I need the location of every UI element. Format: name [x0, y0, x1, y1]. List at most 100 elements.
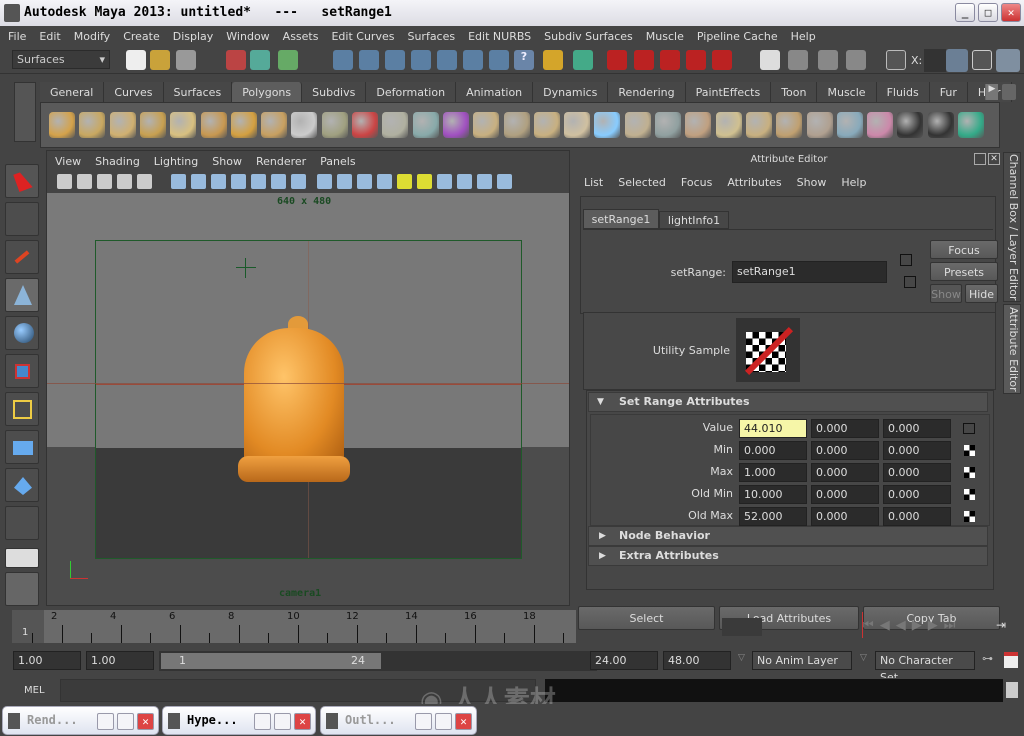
- snap-view-plane-icon[interactable]: [411, 50, 431, 70]
- render-settings-icon[interactable]: [846, 50, 866, 70]
- select-object-icon[interactable]: [250, 50, 270, 70]
- select-hierarchy-icon[interactable]: [226, 50, 246, 70]
- ae-menu-list[interactable]: List: [584, 176, 603, 189]
- channel-box-tab[interactable]: Channel Box / Layer Editor: [1003, 152, 1021, 302]
- time-slider[interactable]: 1 2 4 6 8 10 12 14 16 18: [12, 610, 576, 643]
- value-field-y[interactable]: 0.000: [811, 419, 879, 438]
- dropdown-arrow-icon[interactable]: ▽: [860, 653, 867, 663]
- wedge-icon[interactable]: [655, 112, 681, 138]
- range-slider-track[interactable]: 1 24: [159, 651, 597, 671]
- poly-cone-icon[interactable]: [139, 112, 166, 138]
- xray-joints-icon[interactable]: [477, 174, 492, 189]
- render-icon[interactable]: [788, 50, 808, 70]
- numeric-input-field[interactable]: [924, 49, 946, 72]
- lasso-tool-icon[interactable]: [5, 202, 39, 236]
- append-icon[interactable]: [533, 112, 560, 138]
- playback-start-field[interactable]: 1.00: [86, 651, 154, 670]
- menu-assets[interactable]: Assets: [283, 30, 319, 43]
- image-plane-icon[interactable]: [97, 174, 112, 189]
- menu-surfaces[interactable]: Surfaces: [407, 30, 455, 43]
- poly-cylinder-icon[interactable]: [109, 112, 136, 138]
- snap-point-icon[interactable]: [385, 50, 405, 70]
- start-time-field[interactable]: 1.00: [13, 651, 81, 670]
- minimized-window-outl[interactable]: Outl... ✕: [320, 706, 477, 735]
- triangulate-icon[interactable]: [806, 112, 833, 138]
- uv-editor-icon[interactable]: [958, 112, 984, 138]
- shelf-tab-general[interactable]: General: [40, 82, 105, 102]
- menu-muscle[interactable]: Muscle: [646, 30, 684, 43]
- node-name-field[interactable]: setRange1: [732, 261, 887, 283]
- select-button[interactable]: Select: [578, 606, 715, 630]
- character-set-dropdown[interactable]: No Character Set: [875, 651, 975, 684]
- resolution-gate-icon[interactable]: [211, 174, 226, 189]
- smooth-icon[interactable]: [412, 112, 439, 138]
- new-scene-icon[interactable]: [126, 50, 146, 70]
- trash-icon[interactable]: [1002, 84, 1016, 100]
- go-to-end-icon[interactable]: ⇥: [996, 618, 1006, 632]
- bookmark-icon[interactable]: [77, 174, 92, 189]
- old-min-field-y[interactable]: 0.000: [811, 485, 879, 504]
- current-time-field[interactable]: [722, 618, 762, 636]
- attribute-editor-toggle-icon[interactable]: [946, 49, 968, 72]
- poly-torus-icon[interactable]: [200, 112, 227, 138]
- hide-button[interactable]: Hide: [965, 284, 998, 303]
- viewport-menu-renderer[interactable]: Renderer: [256, 153, 306, 171]
- map-texture-icon[interactable]: [964, 489, 975, 500]
- close-panel-icon[interactable]: ✕: [988, 153, 1000, 165]
- ae-menu-attributes[interactable]: Attributes: [727, 176, 781, 189]
- 2d-pan-icon[interactable]: [117, 174, 132, 189]
- magnet-grid-icon[interactable]: [607, 50, 627, 70]
- value-field-z[interactable]: 0.000: [883, 419, 951, 438]
- rotate-tool-icon[interactable]: [5, 316, 39, 350]
- poly-plane-icon[interactable]: [170, 112, 197, 138]
- old-max-field-z[interactable]: 0.000: [883, 507, 951, 526]
- close-button[interactable]: ✕: [137, 713, 154, 730]
- show-button[interactable]: Show: [930, 284, 962, 303]
- uv-checker-icon[interactable]: [897, 112, 924, 138]
- offset-edge-loop-icon[interactable]: [624, 112, 651, 138]
- menu-edit-nurbs[interactable]: Edit NURBS: [468, 30, 531, 43]
- restore-button[interactable]: [97, 713, 114, 730]
- dropdown-arrow-icon[interactable]: ▽: [738, 653, 745, 663]
- shelf-tab-polygons[interactable]: Polygons: [232, 82, 303, 102]
- sculpt-icon[interactable]: [867, 112, 894, 138]
- shelf-tab-fur[interactable]: Fur: [929, 82, 968, 102]
- shelf-tab-rendering[interactable]: Rendering: [608, 82, 686, 102]
- magnet-point-icon[interactable]: [660, 50, 680, 70]
- shelf-tab-subdivs[interactable]: Subdivs: [302, 82, 367, 102]
- tab-lightinfo1[interactable]: lightInfo1: [659, 211, 729, 229]
- universal-manipulator-icon[interactable]: [5, 392, 39, 426]
- ae-menu-help[interactable]: Help: [841, 176, 866, 189]
- value-field-x[interactable]: 44.010: [739, 419, 807, 438]
- wireframe-on-shaded-icon[interactable]: [357, 174, 372, 189]
- collapse-icon[interactable]: [745, 112, 772, 138]
- maximize-button[interactable]: [435, 713, 452, 730]
- old-max-field-y[interactable]: 0.000: [811, 507, 879, 526]
- min-field-x[interactable]: 0.000: [739, 441, 807, 460]
- gate-mask-icon[interactable]: [231, 174, 246, 189]
- magnet-plane-icon[interactable]: [686, 50, 706, 70]
- safe-action-icon[interactable]: [271, 174, 286, 189]
- mel-label[interactable]: MEL: [24, 685, 45, 696]
- combine-icon[interactable]: [321, 112, 348, 138]
- layout-outliner-icon[interactable]: [5, 572, 39, 606]
- old-min-field-z[interactable]: 0.000: [883, 485, 951, 504]
- separate-icon[interactable]: [352, 112, 378, 138]
- maximize-button[interactable]: [117, 713, 134, 730]
- snap-grid-icon[interactable]: [333, 50, 353, 70]
- scale-tool-icon[interactable]: [5, 354, 39, 388]
- duplicate-face-icon[interactable]: [685, 112, 712, 138]
- close-button[interactable]: ✕: [455, 713, 472, 730]
- shelf-menu-button[interactable]: [14, 82, 36, 142]
- map-texture-icon[interactable]: [964, 467, 975, 478]
- menu-edit[interactable]: Edit: [39, 30, 60, 43]
- extrude-icon[interactable]: [473, 112, 500, 138]
- high-quality-icon[interactable]: [497, 174, 512, 189]
- grease-pencil-icon[interactable]: [137, 174, 152, 189]
- ipr-render-icon[interactable]: [818, 50, 838, 70]
- section-node-behavior[interactable]: ▶ Node Behavior: [588, 526, 988, 546]
- shelf-tab-dynamics[interactable]: Dynamics: [533, 82, 609, 102]
- menu-file[interactable]: File: [8, 30, 26, 43]
- shelf-tab-curves[interactable]: Curves: [104, 82, 164, 102]
- section-set-range-attributes[interactable]: ▼ Set Range Attributes: [588, 392, 988, 412]
